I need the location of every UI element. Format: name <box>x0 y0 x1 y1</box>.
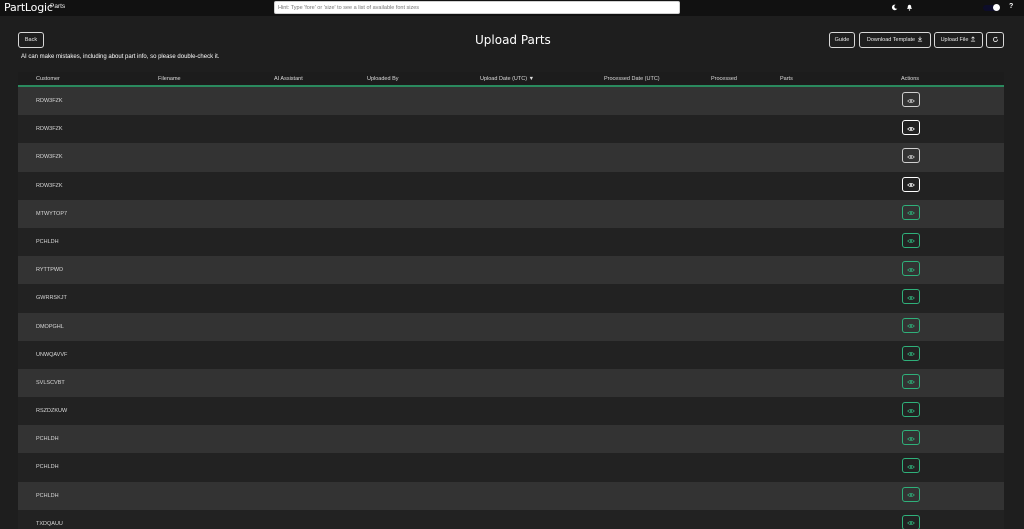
view-button[interactable] <box>902 260 920 278</box>
column-header-actions: Actions <box>901 76 920 82</box>
column-header-parts[interactable]: Parts <box>780 76 793 82</box>
theme-toggle[interactable] <box>983 4 1000 11</box>
customer-cell: MTWYTOP7 <box>36 210 68 217</box>
customer-cell: RDW3FZK <box>36 98 63 104</box>
view-button[interactable] <box>902 457 920 475</box>
eye-icon <box>907 457 915 475</box>
table-row[interactable]: RSZDZKUW <box>18 397 1004 426</box>
view-button[interactable] <box>902 175 920 193</box>
back-button[interactable]: Back <box>18 32 44 48</box>
eye-icon <box>907 344 915 362</box>
customer-cell: PCHLDH <box>36 238 59 245</box>
table-row[interactable]: PCHLDH <box>18 453 1004 482</box>
view-button[interactable] <box>902 147 920 165</box>
eye-icon <box>907 288 915 306</box>
eye-icon <box>907 429 915 447</box>
customer-cell: RDW3FZK <box>36 126 63 133</box>
guide-button[interactable]: Guide <box>829 32 855 48</box>
refresh-button[interactable] <box>986 32 1004 48</box>
column-header-processed[interactable]: Processed <box>711 76 737 82</box>
eye-icon <box>907 175 915 193</box>
section-label[interactable]: Parts <box>50 3 65 10</box>
eye-icon <box>907 119 915 137</box>
view-button[interactable] <box>902 119 920 137</box>
customer-cell: PCHLDH <box>36 464 59 471</box>
table-row[interactable]: TXDQAUU <box>18 509 1004 529</box>
ai-warning-text: AI can make mistakes, including about pa… <box>21 54 220 60</box>
view-button[interactable] <box>902 429 920 447</box>
eye-icon <box>907 260 915 278</box>
table-row[interactable]: PCHLDH <box>18 425 1004 454</box>
column-header-ai-assistant[interactable]: AI Assistant <box>274 76 303 82</box>
eye-icon <box>907 513 915 529</box>
upload-file-button[interactable]: Upload File <box>934 32 983 48</box>
command-search-input[interactable] <box>274 1 680 14</box>
view-button[interactable] <box>902 401 920 419</box>
refresh-icon <box>992 36 999 45</box>
view-button[interactable] <box>902 372 920 390</box>
table-row[interactable]: RYTTPWD <box>18 256 1004 285</box>
table-body: RDW3FZK RDW3FZK RDW3FZK RDW3FZK MTWYTOP7 PCHL… <box>18 87 1004 529</box>
column-header-processed-date[interactable]: Processed Date (UTC) <box>604 76 660 82</box>
table-row[interactable]: GWRRSKJT <box>18 284 1004 313</box>
download-template-label: Download Template <box>866 37 916 43</box>
upload-file-label: Upload File <box>940 37 969 43</box>
customer-cell: SVLSCVBT <box>36 379 65 386</box>
customer-cell: RYTTPWD <box>36 267 64 274</box>
eye-icon <box>907 316 915 334</box>
eye-icon <box>907 91 915 109</box>
table-row[interactable]: RDW3FZK <box>18 115 1004 144</box>
table-row[interactable]: UNWQAVVF <box>18 340 1004 369</box>
eye-icon <box>907 372 915 390</box>
customer-cell: RDW3FZK <box>36 154 63 161</box>
table-row[interactable]: RDW3FZK <box>18 171 1004 200</box>
table-row[interactable]: PCHLDH <box>18 481 1004 510</box>
table-row[interactable]: SVLSCVBT <box>18 368 1004 398</box>
page-title: Upload Parts <box>475 33 551 47</box>
toggle-knob <box>993 4 1000 11</box>
table-row[interactable]: MTWYTOP7 <box>18 199 1004 228</box>
view-button[interactable] <box>902 231 920 249</box>
download-template-button[interactable]: Download Template <box>859 32 931 48</box>
eye-icon <box>907 231 915 249</box>
top-bar: PartLogic Parts ? <box>0 0 1024 16</box>
app-logo[interactable]: PartLogic <box>4 1 53 14</box>
column-header-customer[interactable]: Customer <box>36 76 60 82</box>
eye-icon <box>907 147 915 165</box>
download-icon <box>917 36 923 44</box>
eye-icon <box>907 203 915 221</box>
view-button[interactable] <box>902 316 920 334</box>
customer-cell: RSZDZKUW <box>36 408 68 415</box>
customer-cell: PCHLDH <box>36 436 59 443</box>
customer-cell: GWRRSKJT <box>36 295 67 302</box>
table-row[interactable]: PCHLDH <box>18 227 1004 257</box>
eye-icon <box>907 485 915 503</box>
table-header: Customer Filename AI Assistant Uploaded … <box>18 72 1004 87</box>
help-icon[interactable]: ? <box>1009 3 1013 10</box>
view-button[interactable] <box>902 485 920 503</box>
upload-icon <box>970 36 976 44</box>
customer-cell: UNWQAVVF <box>36 351 68 358</box>
column-header-upload-date[interactable]: Upload Date (UTC) ▼ <box>480 76 534 82</box>
table-row[interactable]: RDW3FZK <box>18 87 1004 116</box>
column-header-filename[interactable]: Filename <box>158 76 181 82</box>
customer-cell: PCHLDH <box>36 492 59 499</box>
view-button[interactable] <box>902 344 920 362</box>
view-button[interactable] <box>902 92 920 107</box>
table-row[interactable]: RDW3FZK <box>18 143 1004 172</box>
uploads-table: Customer Filename AI Assistant Uploaded … <box>18 72 1004 529</box>
table-row[interactable]: DMOPGHL <box>18 312 1004 341</box>
eye-icon <box>907 401 915 419</box>
view-button[interactable] <box>902 203 920 221</box>
customer-cell: RDW3FZK <box>36 182 63 189</box>
moon-icon[interactable] <box>890 3 899 12</box>
customer-cell: DMOPGHL <box>36 323 64 330</box>
customer-cell: TXDQAUU <box>36 520 63 527</box>
column-header-uploaded-by[interactable]: Uploaded By <box>367 76 399 82</box>
view-button[interactable] <box>902 513 920 529</box>
bell-icon[interactable] <box>905 3 914 12</box>
view-button[interactable] <box>902 288 920 306</box>
